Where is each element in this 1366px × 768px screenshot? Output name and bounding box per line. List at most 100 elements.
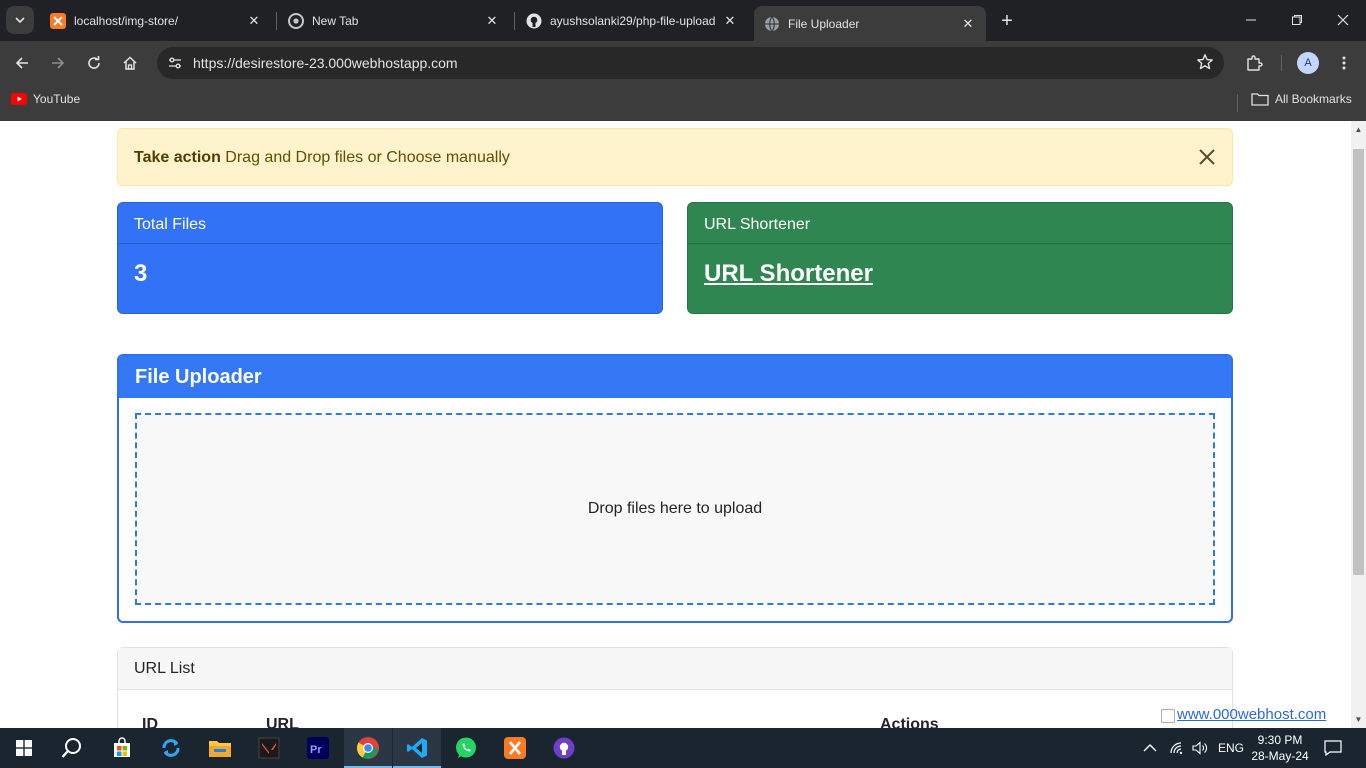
url-shortener-card: URL Shortener URL Shortener [687,202,1233,314]
tab-new-tab[interactable]: New Tab ✕ [278,6,510,35]
clock-time: 9:30 PM [1257,733,1303,747]
webhost-banner-link[interactable]: www.000webhost.com [1161,706,1326,723]
site-info-button[interactable] [163,51,187,75]
address-bar[interactable]: https://desirestore-23.000webhostapp.com [157,47,1224,79]
search-icon [61,738,81,758]
taskbar-store[interactable] [98,728,146,768]
close-icon [1337,14,1349,26]
kebab-menu-icon [1342,56,1346,70]
url-shortener-link[interactable]: URL Shortener [704,260,873,287]
github-icon [553,737,575,759]
home-icon [123,56,137,70]
taskbar-sync[interactable] [147,728,195,768]
back-button[interactable] [8,49,36,77]
tab-title: New Tab [312,13,359,28]
file-uploader-card: File Uploader Drop files here to upload [117,354,1233,623]
tab-title: File Uploader [788,16,860,31]
globe-icon [764,16,780,32]
close-tab-icon[interactable]: ✕ [960,16,976,32]
url-list-title: URL List [118,648,1232,690]
file-uploader-title: File Uploader [119,356,1231,398]
star-icon [1197,54,1213,70]
forward-button[interactable] [44,49,72,77]
menu-button[interactable] [1330,49,1358,77]
store-icon [114,737,130,757]
taskbar-xampp[interactable] [491,728,539,768]
dropzone[interactable]: Drop files here to upload [135,413,1215,605]
taskbar-chrome[interactable] [344,728,392,768]
taskbar-valorant[interactable] [245,728,293,768]
url-list-card: URL List ID URL Actions [117,647,1233,728]
new-tab-button[interactable]: + [994,8,1020,34]
language-indicator[interactable]: ENG [1218,728,1244,768]
restore-icon [1292,15,1302,25]
start-button[interactable] [0,728,48,768]
taskbar-clock[interactable]: 9:30 PM 28-May-24 [1248,732,1312,764]
xampp-icon [504,737,526,759]
bookmarks-bar: YouTube All Bookmarks [0,85,1366,121]
notifications-button[interactable] [1324,728,1342,768]
svg-text:Pr: Pr [310,744,322,756]
bookmark-youtube[interactable]: YouTube [11,92,80,106]
minimize-button[interactable] [1228,0,1274,40]
tray-overflow-button[interactable] [1143,728,1157,768]
total-files-header: Total Files [118,203,662,244]
scroll-down-icon[interactable]: ▼ [1354,715,1363,724]
browser-toolbar: https://desirestore-23.000webhostapp.com… [0,41,1366,85]
chevron-down-icon [15,17,25,24]
alert-strong: Take action [134,149,221,166]
sync-icon [162,739,180,757]
vscode-icon [407,738,427,758]
reload-button[interactable] [80,49,108,77]
tab-search-button[interactable] [6,6,34,34]
scroll-up-icon[interactable]: ▲ [1354,125,1363,134]
page-scrollbar[interactable]: ▲ ▼ [1351,121,1366,728]
arrow-left-icon [15,57,28,69]
volume-button[interactable] [1192,728,1208,768]
close-tab-icon[interactable]: ✕ [246,13,262,29]
total-files-value: 3 [134,260,148,287]
alert-close-button[interactable] [1196,146,1218,168]
alert-text: Drag and Drop files or Choose manually [220,149,510,166]
profile-avatar[interactable]: A [1297,52,1319,74]
clock-date: 28-May-24 [1251,749,1309,763]
taskbar-premiere-pro[interactable]: Pr [294,728,342,768]
close-icon [1199,149,1215,165]
windows-logo-icon [16,740,32,756]
xampp-icon [50,12,66,29]
tune-icon [169,57,181,69]
taskbar-vscode[interactable] [393,728,441,768]
scrollbar-thumb[interactable] [1353,149,1364,575]
tab-localhost[interactable]: localhost/img-store/ ✕ [40,6,272,35]
tab-file-uploader[interactable]: File Uploader ✕ [754,6,986,41]
minimize-icon [1246,19,1256,21]
all-bookmarks-button[interactable]: All Bookmarks [1251,92,1352,106]
taskbar-github-desktop[interactable] [540,728,588,768]
notification-icon [1324,740,1342,756]
tab-github[interactable]: ayushsolanki29/php-file-upload ✕ [516,6,748,35]
folder-icon [209,741,231,757]
bookmark-label: YouTube [33,92,81,106]
search-button[interactable] [48,728,96,768]
info-alert: Take action Drag and Drop files or Choos… [117,128,1233,186]
taskbar-whatsapp[interactable] [442,728,490,768]
taskbar-file-explorer[interactable] [196,728,244,768]
total-files-card: Total Files 3 [117,202,663,314]
bookmark-label: All Bookmarks [1275,92,1352,106]
url-text[interactable]: https://desirestore-23.000webhostapp.com [193,55,458,71]
restore-button[interactable] [1274,0,1320,40]
broken-image-icon [1161,709,1175,723]
reload-icon [88,56,100,69]
folder-icon [1251,92,1269,106]
speaker-icon [1192,741,1207,755]
extensions-button[interactable] [1240,49,1268,77]
puzzle-icon [1247,55,1263,71]
network-button[interactable] [1169,728,1185,768]
close-window-button[interactable] [1320,0,1366,40]
bookmark-star-button[interactable] [1196,53,1214,76]
home-button[interactable] [116,49,144,77]
premiere-pro-icon: Pr [307,737,329,759]
close-tab-icon[interactable]: ✕ [722,13,738,29]
close-tab-icon[interactable]: ✕ [484,13,500,29]
chrome-icon [357,737,379,759]
